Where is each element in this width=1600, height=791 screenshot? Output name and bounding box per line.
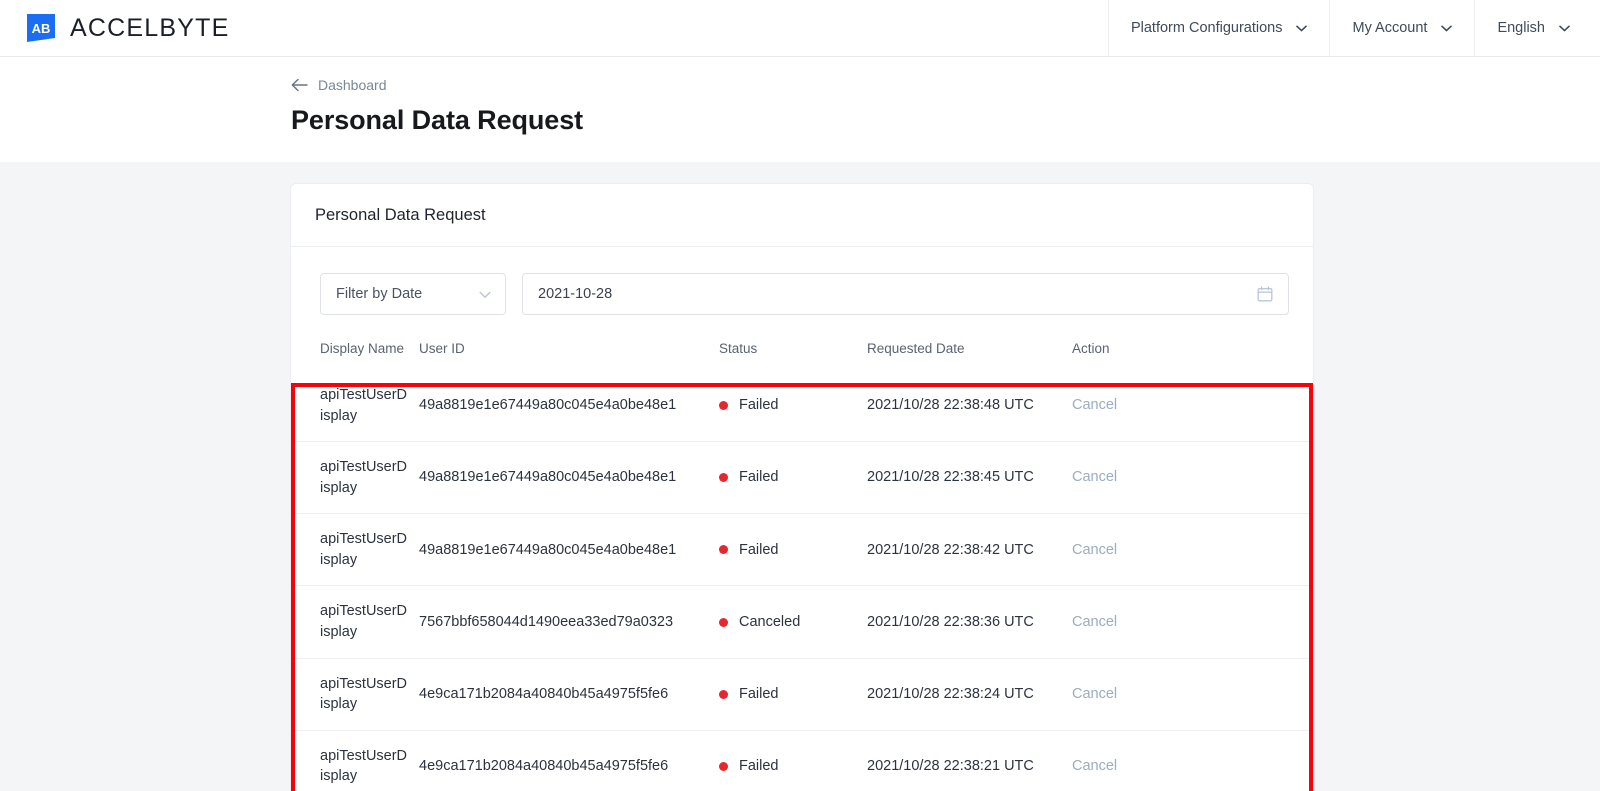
table-row: apiTestUserDisplay 49a8819e1e67449a80c045…: [291, 441, 1313, 514]
accelbyte-logo-icon: AB: [26, 13, 56, 43]
cancel-button[interactable]: Cancel: [1072, 758, 1117, 774]
top-navigation-bar: AB ACCELBYTE Platform Configurations My …: [0, 0, 1600, 57]
cell-display-name: apiTestUserDisplay: [291, 441, 419, 514]
chevron-down-icon: [1559, 25, 1570, 32]
status-dot-icon: [719, 689, 728, 699]
cell-user-id: 4e9ca171b2084a40840b45a4975f5fe6: [419, 657, 719, 731]
cell-display-name: apiTestUserDisplay: [291, 729, 419, 791]
cancel-button[interactable]: Cancel: [1072, 397, 1117, 413]
status-label: Failed: [739, 469, 779, 486]
table-body: apiTestUserDisplay 49a8819e1e67449a80c045…: [291, 370, 1313, 791]
cell-status: Failed: [719, 729, 867, 791]
column-header-action: Action: [1072, 341, 1110, 356]
cell-user-id: 49a8819e1e67449a80c045e4a0be48e1: [419, 397, 677, 414]
filter-by-date-select[interactable]: Filter by Date: [320, 273, 506, 315]
status-dot-icon: [719, 617, 728, 627]
breadcrumb[interactable]: Dashboard: [291, 77, 387, 93]
status-dot-icon: [719, 761, 728, 771]
cancel-button[interactable]: Cancel: [1072, 686, 1117, 702]
nav-item-language[interactable]: English: [1474, 0, 1600, 56]
card-title: Personal Data Request: [291, 184, 1313, 247]
nav-item-my-account[interactable]: My Account: [1329, 0, 1474, 56]
chevron-down-icon: [1296, 25, 1308, 32]
table-row: apiTestUserDisplay 4e9ca171b2084a40840b45…: [291, 657, 1313, 731]
table-row: apiTestUserDisplay 7567bbf658044d1490eea3…: [291, 585, 1313, 659]
svg-text:AB: AB: [32, 21, 51, 36]
personal-data-request-card: Personal Data Request Filter by Date 202…: [291, 184, 1313, 791]
nav-item-label: Platform Configurations: [1130, 20, 1283, 36]
main-content: Personal Data Request Filter by Date 202…: [0, 184, 1600, 791]
brand-logo[interactable]: AB ACCELBYTE: [0, 0, 229, 56]
arrow-left-icon: [291, 78, 308, 92]
cell-user-id: 4e9ca171b2084a40840b45a4975f5fe6: [419, 729, 719, 791]
status-label: Canceled: [739, 613, 801, 630]
status-label: Failed: [739, 541, 779, 558]
cell-requested-date: 2021/10/28 22:38:45 UTC: [867, 441, 1072, 514]
cell-display-name: apiTestUserDisplay: [291, 657, 419, 731]
breadcrumb-label: Dashboard: [318, 77, 387, 93]
cell-display-name: apiTestUserDisplay: [291, 585, 419, 659]
page-title: Personal Data Request: [291, 105, 583, 135]
chevron-down-icon: [479, 291, 491, 298]
status-dot-icon: [719, 473, 728, 483]
table-row: apiTestUserDisplay 4e9ca171b2084a40840b45…: [291, 729, 1313, 791]
cell-requested-date: 2021/10/28 22:38:24 UTC: [867, 657, 1072, 731]
cell-action: Cancel: [1072, 585, 1313, 659]
filter-by-date-label: Filter by Date: [336, 286, 423, 302]
top-nav-items: Platform Configurations My Account Engli…: [1107, 0, 1600, 56]
cell-status: Failed: [719, 441, 867, 514]
column-header-display-name: Display Name: [320, 341, 405, 356]
nav-item-platform-configurations[interactable]: Platform Configurations: [1107, 0, 1330, 56]
cancel-button[interactable]: Cancel: [1072, 542, 1117, 558]
calendar-icon[interactable]: [1257, 286, 1273, 302]
cell-action: Cancel: [1072, 441, 1313, 514]
nav-item-label: English: [1497, 20, 1545, 36]
cell-display-name: apiTestUserDisplay: [291, 513, 419, 586]
cell-display-name: apiTestUserDisplay: [320, 387, 408, 424]
cell-status: Failed: [719, 513, 867, 586]
column-header-requested-date: Requested Date: [867, 341, 965, 356]
filter-toolbar: Filter by Date 2021-10-28: [291, 247, 1313, 333]
table-row: apiTestUserDisplay 49a8819e1e67449a80c045…: [291, 513, 1313, 586]
cell-status: Failed: [719, 370, 867, 442]
cell-status: Canceled: [719, 585, 867, 659]
personal-data-request-table: Display Name User ID Status Requested Da…: [291, 333, 1313, 791]
cell-action: Cancel: [1072, 513, 1313, 586]
page-header: Dashboard Personal Data Request: [0, 57, 1600, 162]
cell-requested-date: 2021/10/28 22:38:48 UTC: [867, 397, 1034, 414]
cell-action: Cancel: [1072, 729, 1313, 791]
cell-user-id: 49a8819e1e67449a80c045e4a0be48e1: [419, 441, 719, 514]
cell-user-id: 7567bbf658044d1490eea33ed79a0323: [419, 585, 719, 659]
page-wrapper: AB ACCELBYTE Platform Configurations My …: [0, 0, 1600, 791]
cell-requested-date: 2021/10/28 22:38:42 UTC: [867, 513, 1072, 586]
nav-item-label: My Account: [1352, 20, 1428, 36]
cell-requested-date: 2021/10/28 22:38:21 UTC: [867, 729, 1072, 791]
status-dot-icon: [719, 401, 728, 411]
cell-requested-date: 2021/10/28 22:38:36 UTC: [867, 585, 1072, 659]
cell-action: Cancel: [1072, 370, 1313, 442]
status-label: Failed: [739, 397, 779, 414]
cancel-button[interactable]: Cancel: [1072, 469, 1117, 485]
cell-status: Failed: [719, 657, 867, 731]
status-label: Failed: [739, 758, 779, 775]
cell-action: Cancel: [1072, 657, 1313, 731]
table-row: apiTestUserDisplay 49a8819e1e67449a80c045…: [291, 370, 1313, 442]
cell-user-id: 49a8819e1e67449a80c045e4a0be48e1: [419, 513, 719, 586]
status-label: Failed: [739, 685, 779, 702]
status-dot-icon: [719, 545, 728, 555]
table-header-row: Display Name User ID Status Requested Da…: [291, 333, 1313, 370]
cancel-button[interactable]: Cancel: [1072, 614, 1117, 630]
date-input[interactable]: 2021-10-28: [522, 273, 1289, 315]
brand-name: ACCELBYTE: [70, 13, 230, 42]
column-header-status: Status: [719, 341, 758, 356]
table-header: Display Name User ID Status Requested Da…: [291, 333, 1313, 370]
date-input-value: 2021-10-28: [538, 286, 613, 302]
chevron-down-icon: [1441, 25, 1453, 32]
column-header-user-id: User ID: [419, 341, 465, 356]
